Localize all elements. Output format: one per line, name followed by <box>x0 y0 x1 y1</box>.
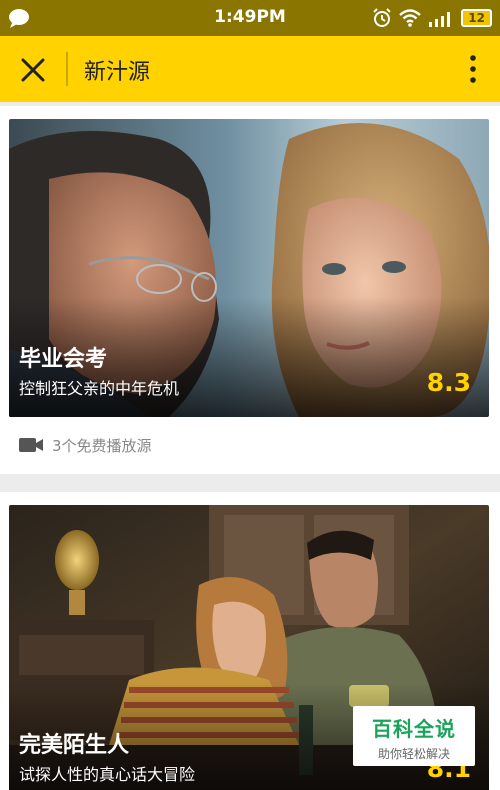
signal-icon <box>429 12 451 27</box>
movie-title: 毕业会考 <box>19 347 108 372</box>
status-icons: 12 <box>372 8 492 28</box>
close-icon[interactable] <box>18 55 48 85</box>
battery-icon: 12 <box>461 9 492 27</box>
play-sources-link[interactable]: 3个免费播放源 <box>18 432 152 458</box>
wifi-icon <box>399 9 422 27</box>
app-bar-divider <box>66 52 68 86</box>
status-bar: 1:49PM 12 <box>0 0 500 36</box>
movie-subtitle: 试探人性的真心话大冒险 <box>19 765 196 784</box>
play-sources-label: 3个免费播放源 <box>52 436 152 455</box>
movie-title: 完美陌生人 <box>19 733 130 758</box>
watermark-sub: 助你轻松解决 <box>377 747 450 761</box>
movie-feed[interactable]: 毕业会考 控制狂父亲的中年危机 8.3 3个免费播放源 完美陌生人 试探人性的真… <box>0 102 500 790</box>
app-bar: 新汁源 <box>0 36 500 102</box>
more-vert-icon[interactable] <box>468 54 478 84</box>
watermark-badge: 百科全说 助你轻松解决 <box>353 706 475 766</box>
alarm-icon <box>373 8 392 27</box>
watermark-main: 百科全说 <box>372 717 456 741</box>
video-camera-icon <box>19 438 43 452</box>
movie-subtitle: 控制狂父亲的中年危机 <box>19 379 180 398</box>
page-title: 新汁源 <box>84 60 151 85</box>
movie-rating: 8.3 <box>426 368 471 397</box>
movie-poster[interactable]: 毕业会考 控制狂父亲的中年危机 8.3 <box>9 119 489 417</box>
movie-card[interactable]: 毕业会考 控制狂父亲的中年危机 8.3 3个免费播放源 <box>0 106 500 474</box>
